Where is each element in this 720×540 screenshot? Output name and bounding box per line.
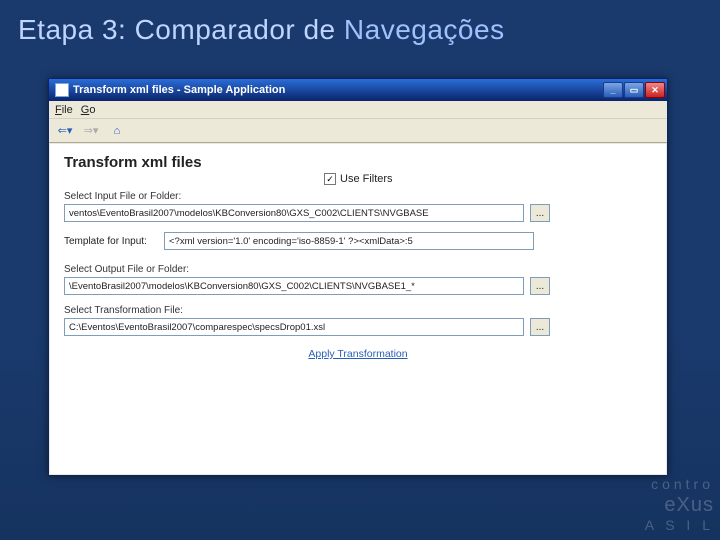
home-button[interactable]: ⌂ [107,122,127,140]
browse-output-button[interactable]: ... [530,277,550,295]
arrow-right-icon: ⇒ [84,124,93,137]
watermark: contro eXus A S I L [645,476,714,534]
output-path-field[interactable]: \EventoBrasil2007\modelos\KBConversion80… [64,277,524,295]
watermark-line1: contro [651,476,714,492]
check-icon: ✓ [326,174,334,185]
forward-button[interactable]: ⇒ ▾ [81,122,101,140]
apply-transformation-link[interactable]: Apply Transformation [64,348,652,360]
transform-path-field[interactable]: C:\Eventos\EventoBrasil2007\comparespec\… [64,318,524,336]
template-label: Template for Input: [64,236,154,247]
browse-transform-button[interactable]: ... [530,318,550,336]
output-label: Select Output File or Folder: [64,264,652,275]
use-filters-label: Use Filters [340,173,393,185]
window-title: Transform xml files - Sample Application [73,84,602,96]
watermark-line3: A S I L [645,517,714,533]
titlebar[interactable]: Transform xml files - Sample Application… [49,79,667,101]
use-filters-row: ✓ Use Filters [324,173,652,185]
form-heading: Transform xml files [64,154,652,171]
form-panel: Transform xml files ✓ Use Filters Select… [50,144,666,474]
transform-label: Select Transformation File: [64,305,652,316]
watermark-line2: eXus [645,493,714,517]
toolbar: ⇐ ▾ ⇒ ▾ ⌂ [49,119,667,143]
maximize-button[interactable]: ▭ [624,82,644,98]
menu-bar: FFileile GGoo [49,101,667,119]
menu-file[interactable]: FFileile [55,104,73,116]
input-label: Select Input File or Folder: [64,191,652,202]
menu-go[interactable]: GGoo [81,104,96,116]
use-filters-checkbox[interactable]: ✓ [324,173,336,185]
slide-title-prefix: Etapa 3: Comparador de [18,14,344,45]
slide-title: Etapa 3: Comparador de Navegações [0,0,720,46]
slide-title-accent: Navegações [344,14,505,45]
app-icon [55,83,69,97]
home-icon: ⌂ [114,125,121,137]
minimize-button[interactable]: _ [603,82,623,98]
close-button[interactable]: ✕ [645,82,665,98]
browse-input-button[interactable]: ... [530,204,550,222]
back-button[interactable]: ⇐ ▾ [55,122,75,140]
arrow-left-icon: ⇐ [58,124,67,137]
template-field[interactable]: <?xml version='1.0' encoding='iso-8859-1… [164,232,534,250]
input-path-field[interactable]: ventos\EventoBrasil2007\modelos\KBConver… [64,204,524,222]
app-window: Transform xml files - Sample Application… [48,78,668,476]
